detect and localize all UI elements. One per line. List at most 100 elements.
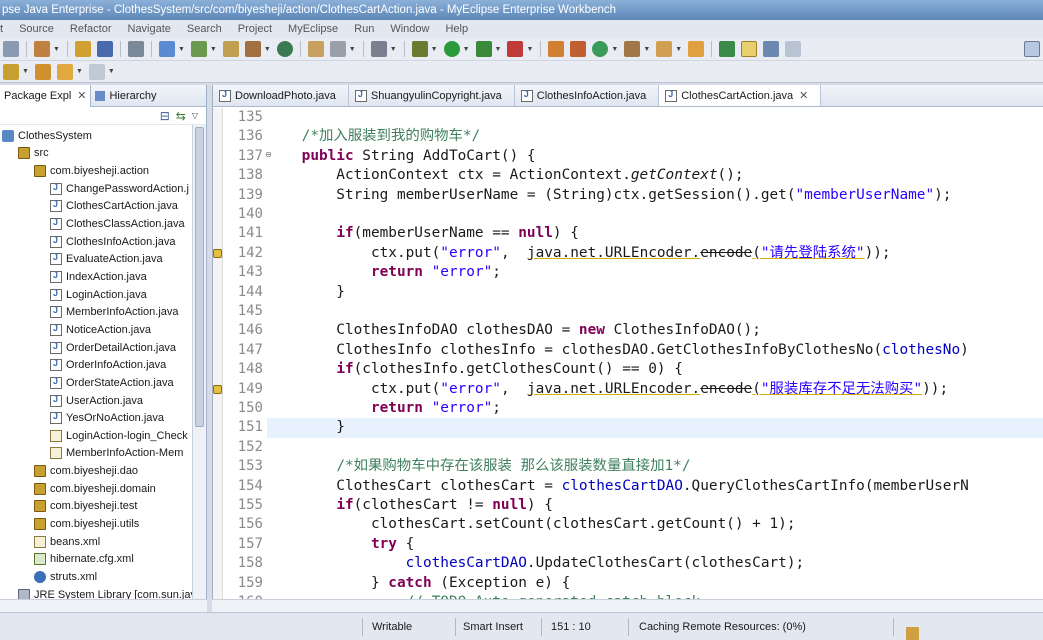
show-whitespace-icon[interactable]	[785, 41, 802, 57]
code-line[interactable]	[267, 108, 1043, 127]
code-line[interactable]: return "error";	[267, 263, 1043, 282]
link-with-editor-icon[interactable]: ⇆	[176, 109, 186, 123]
tree-item[interactable]: com.biyesheji.domain	[0, 480, 156, 498]
tree-item[interactable]: MemberInfoAction-Mem	[0, 445, 183, 463]
debug-icon[interactable]	[411, 41, 428, 57]
jar-icon[interactable]	[244, 41, 261, 57]
back-icon[interactable]	[56, 63, 73, 80]
code-line[interactable]: ActionContext ctx = ActionContext.getCon…	[267, 166, 1043, 185]
open-perspective-icon[interactable]	[1024, 41, 1040, 57]
code-line[interactable]: ctx.put("error", java.net.URLEncoder.enc…	[267, 244, 1043, 263]
code-line[interactable]: }	[267, 418, 1043, 438]
ws-explorer-icon[interactable]	[329, 41, 346, 57]
new-package-icon[interactable]	[570, 41, 587, 57]
menu-item-myeclipse[interactable]: MyEclipse	[288, 23, 346, 35]
forward-icon[interactable]	[88, 63, 105, 80]
tree-item[interactable]: IndexAction.java	[0, 268, 147, 286]
tree-item[interactable]: EvaluateAction.java	[0, 251, 163, 269]
new-java-project-icon[interactable]	[548, 41, 565, 57]
tab-hierarchy[interactable]: Hierarchy	[91, 85, 160, 107]
tab-package-explorer[interactable]: Package Expl ✕	[0, 85, 92, 107]
code-line[interactable]: clothesCart.setCount(clothesCart.getCoun…	[267, 515, 1043, 534]
tree-item[interactable]: NoticeAction.java	[0, 321, 151, 339]
menu-item-search[interactable]: Search	[187, 23, 230, 35]
tree-item[interactable]: src	[0, 145, 49, 163]
code-line[interactable]: } catch (Exception e) {	[267, 574, 1043, 593]
code-line[interactable]: try {	[267, 535, 1043, 554]
editor-tab-shuangyulincopyright[interactable]: ShuangyulinCopyright.java	[349, 85, 515, 106]
tree-item[interactable]: MemberInfoAction.java	[0, 304, 179, 322]
code-line[interactable]: }	[267, 283, 1043, 302]
code-line[interactable]: String memberUserName = (String)ctx.getS…	[267, 186, 1043, 205]
highlight-icon[interactable]	[741, 41, 758, 57]
tree-item[interactable]: com.biyesheji.action	[0, 162, 149, 180]
menu-item-window[interactable]: Window	[390, 23, 437, 35]
tree-item[interactable]: com.biyesheji.dao	[0, 462, 138, 480]
tasks-icon[interactable]	[906, 627, 919, 640]
server-icon[interactable]	[190, 41, 207, 57]
code-line[interactable]: if(clothesCart != null) {	[267, 496, 1043, 515]
tree-item[interactable]: LoginAction.java	[0, 286, 147, 304]
scrollbar-thumb[interactable]	[195, 127, 204, 427]
code-line[interactable]: public String AddToCart() {	[267, 147, 1043, 166]
tree-item[interactable]: com.biyesheji.utils	[0, 515, 139, 533]
globe-icon[interactable]	[276, 41, 293, 57]
editor-tab-clothesinfoaction[interactable]: ClothesInfoAction.java	[515, 85, 660, 106]
open-type-icon[interactable]	[74, 41, 91, 57]
code-line[interactable]: ctx.put("error", java.net.URLEncoder.enc…	[267, 380, 1043, 399]
editor-tab-clothescartaction[interactable]: ClothesCartAction.java ✕	[659, 85, 822, 106]
run-external-icon[interactable]	[475, 41, 492, 57]
code-line[interactable]: /*如果购物车中存在该服装 那么该服装数量直接加1*/	[267, 457, 1043, 476]
web-services-icon[interactable]	[307, 41, 324, 57]
editor-horizontal-scrollbar[interactable]	[212, 599, 1043, 612]
open-resource-icon[interactable]	[96, 41, 113, 57]
tree-item[interactable]: hibernate.cfg.xml	[0, 551, 134, 569]
code-line[interactable]: ClothesInfo clothesInfo = clothesDAO.Get…	[267, 341, 1043, 360]
menu-item-refactor[interactable]: Refactor	[70, 23, 120, 35]
save-icon[interactable]	[3, 41, 19, 57]
menu-item-help[interactable]: Help	[445, 23, 476, 35]
edit-icon[interactable]	[688, 41, 705, 57]
open-folder-icon[interactable]	[624, 41, 641, 57]
terminal-icon[interactable]	[370, 41, 387, 57]
last-edit-icon[interactable]	[34, 63, 51, 80]
search-icon[interactable]	[656, 41, 673, 57]
tree-item[interactable]: UserAction.java	[0, 392, 143, 410]
menu-item-navigate[interactable]: Navigate	[128, 23, 179, 35]
code-line[interactable]: ClothesCart clothesCart = clothesCartDAO…	[267, 477, 1043, 496]
tree-item[interactable]: ClothesSystem	[0, 127, 92, 145]
close-icon[interactable]: ✕	[77, 89, 86, 102]
view-menu-icon[interactable]: ▽	[192, 111, 198, 120]
deploy-icon[interactable]	[158, 41, 175, 57]
tree-item[interactable]: ChangePasswordAction.j	[0, 180, 189, 198]
tree-item[interactable]: JRE System Library [com.sun.jav	[0, 586, 196, 599]
tree-horizontal-scrollbar[interactable]	[0, 599, 207, 612]
tree-item[interactable]: OrderInfoAction.java	[0, 356, 166, 374]
collapse-all-icon[interactable]: ⊟	[160, 109, 170, 123]
tree-item[interactable]: YesOrNoAction.java	[0, 409, 164, 427]
annotation-icon[interactable]	[3, 63, 19, 80]
code-area[interactable]: 135 136 137 ⊖ 138 139 140 141 142 143 144 145 146 147…	[213, 108, 1043, 599]
menu-item-source[interactable]: Source	[19, 23, 62, 35]
menu-item-project[interactable]: Project	[238, 23, 280, 35]
tree-item[interactable]: LoginAction-login_Check	[0, 427, 188, 445]
code-line[interactable]: ClothesInfoDAO clothesDAO = new ClothesI…	[267, 321, 1043, 340]
tree-item[interactable]: ClothesClassAction.java	[0, 215, 185, 233]
code-line[interactable]: if(memberUserName == null) {	[267, 224, 1043, 243]
tree-item[interactable]: OrderDetailAction.java	[0, 339, 176, 357]
code-line[interactable]	[267, 438, 1043, 457]
code-line[interactable]: clothesCartDAO.UpdateClothesCart(clothes…	[267, 554, 1043, 573]
new-wizard-icon[interactable]	[34, 41, 50, 57]
print-icon[interactable]	[127, 41, 144, 57]
tree-item[interactable]: OrderStateAction.java	[0, 374, 174, 392]
code-line[interactable]	[267, 205, 1043, 224]
tree-item[interactable]: struts.xml	[0, 568, 97, 586]
menu-item-run[interactable]: Run	[354, 23, 382, 35]
tree-item[interactable]: com.biyesheji.test	[0, 498, 137, 516]
run-icon[interactable]	[443, 41, 460, 57]
external-tools-icon[interactable]	[507, 41, 524, 57]
editor-tab-downloadphoto[interactable]: DownloadPhoto.java	[213, 85, 349, 106]
menu-item-file[interactable]: t	[0, 23, 11, 35]
new-class-icon[interactable]	[592, 41, 609, 57]
tree-item[interactable]: ClothesCartAction.java	[0, 198, 178, 216]
